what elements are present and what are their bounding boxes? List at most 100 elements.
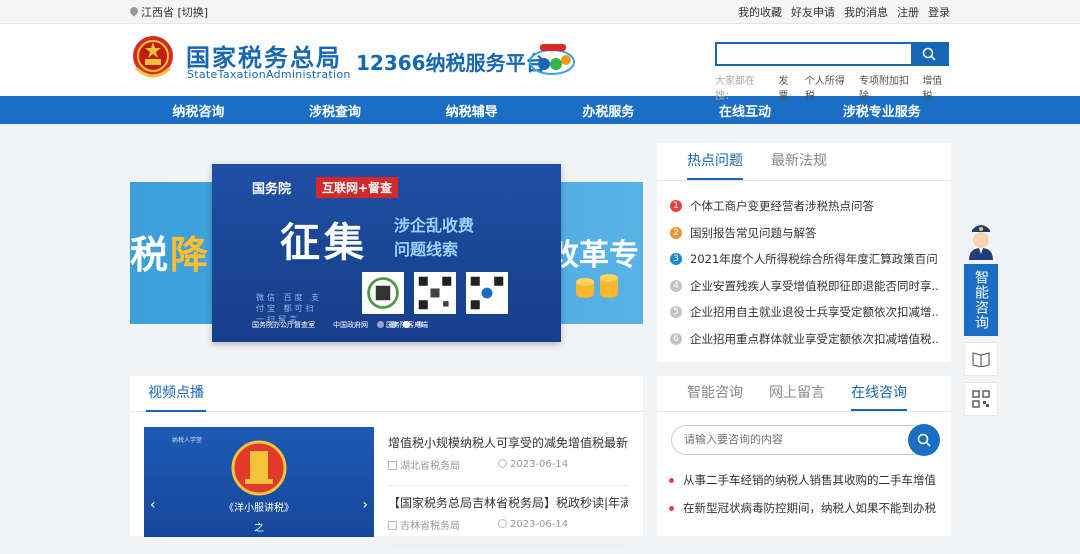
guide-float-button[interactable]: [964, 342, 998, 376]
carousel-dot[interactable]: [377, 321, 384, 328]
site-logo-subtitle: StateTaxationAdministration: [187, 68, 351, 81]
side-float-widget: 智能咨询: [964, 218, 998, 416]
hot-keyword[interactable]: 专项附加扣除: [859, 72, 914, 102]
list-item-text[interactable]: 国别报告常见问题与解答: [690, 225, 817, 241]
video-on-demand-panel: 视频点播 纳税人学堂 《洋小服讲税》 之 ‹ › 增值税小规模纳税人可享受的减免…: [130, 376, 643, 546]
list-item[interactable]: 增值税小规模纳税人可享受的减免增值税最新... 湖北省税务局 2023-06-1…: [388, 434, 628, 486]
rank-badge: 2: [670, 226, 682, 239]
consult-search-button[interactable]: [908, 424, 940, 456]
list-item-text[interactable]: 个体工商户变更经营者涉税热点问答: [690, 198, 874, 214]
chevron-left-icon[interactable]: ‹: [150, 497, 156, 513]
list-item-text[interactable]: 从事二手车经销的纳税人销售其收购的二手车增值...: [683, 472, 937, 488]
list-item[interactable]: 在新型冠状病毒防控期间，纳税人如果不能到办税...: [669, 494, 937, 522]
nav-item-tax-consulting[interactable]: 纳税咨询: [130, 101, 267, 120]
list-item[interactable]: 从事二手车经销的纳税人销售其收购的二手车增值...: [669, 466, 937, 494]
qr-code-icon: [414, 272, 456, 314]
nav-item-tax-query[interactable]: 涉税查询: [267, 101, 404, 120]
slide-subtitle-2: 问题线索: [394, 240, 459, 259]
chevron-right-icon[interactable]: ›: [362, 497, 368, 513]
list-item[interactable]: 2 国别报告常见问题与解答: [670, 220, 938, 247]
hot-keyword[interactable]: 增值税: [922, 72, 950, 102]
header: 国家税务总局 StateTaxationAdministration 12366…: [0, 24, 1080, 102]
video-panel-header: 视频点播: [130, 376, 643, 412]
list-item[interactable]: 6 企业招用重点群体就业享受定额依次扣减增值税...: [670, 326, 938, 353]
hot-panel-tabs: 热点问题 最新法规: [657, 143, 951, 181]
video-thumb-caption: 《洋小服讲税》: [224, 503, 294, 514]
tab-latest-regulations[interactable]: 最新法规: [771, 143, 827, 180]
nav-item-tax-guidance[interactable]: 纳税辅导: [403, 101, 540, 120]
list-item[interactable]: 5 企业招用自主就业退役士兵享受定额依次扣减增...: [670, 299, 938, 326]
video-date: 2023-06-14: [498, 519, 568, 530]
list-item[interactable]: 4 企业安置残疾人享受增值税即征即退能否同时享...: [670, 273, 938, 300]
list-item[interactable]: 【国家税务总局吉林省税务局】税政秒读|年满6... 吉林省税务局 2023-06…: [388, 494, 628, 546]
list-item-text[interactable]: 企业招用自主就业退役士兵享受定额依次扣减增...: [690, 304, 938, 320]
carousel-dot[interactable]: [390, 321, 397, 328]
building-icon: [388, 521, 397, 530]
hot-questions-list: 1 个体工商户变更经营者涉税热点问答 2 国别报告常见问题与解答 3 2021年度个人…: [657, 181, 951, 352]
slide-footer-org: 国务院办公厅督查室: [252, 321, 315, 329]
clock-icon: [498, 519, 507, 528]
book-icon: [972, 352, 990, 367]
link-register[interactable]: 注册: [897, 4, 919, 20]
video-title[interactable]: 增值税小规模纳税人可享受的减免增值税最新...: [388, 434, 628, 451]
list-item-text[interactable]: 企业安置残疾人享受增值税即征即退能否同时享...: [690, 278, 938, 294]
site-search-input[interactable]: [717, 44, 911, 64]
qr-code-icon: [362, 272, 404, 314]
consult-panel: 智能咨询 网上留言 在线咨询 从事二手车经销的纳税人销售其收购的二手车增值...…: [657, 376, 951, 536]
video-title[interactable]: 【国家税务总局吉林省税务局】税政秒读|年满6...: [388, 494, 628, 511]
hot-search-label: 大家都在搜：: [715, 76, 755, 102]
slide-tag-internet-inspection: 互联网+督查: [316, 177, 399, 198]
site-search-button[interactable]: [911, 44, 947, 64]
tax-officer-avatar-icon[interactable]: [964, 218, 998, 260]
video-source: 湖北省税务局: [388, 457, 460, 472]
smart-consult-float-button[interactable]: 智能咨询: [964, 264, 998, 336]
site-search: [715, 42, 949, 66]
coins-icon: [576, 274, 618, 298]
nav-item-tax-services[interactable]: 办税服务: [540, 101, 677, 120]
user-links: 我的收藏 好友申请 我的消息 注册 登录: [738, 4, 950, 20]
rank-badge: 1: [670, 200, 682, 213]
carousel-dots: [377, 321, 423, 328]
hot-keyword[interactable]: 个人所得税: [805, 72, 851, 102]
consult-input[interactable]: [684, 434, 938, 446]
video-panel-title[interactable]: 视频点播: [146, 376, 206, 412]
nav-item-professional-services[interactable]: 涉税专业服务: [813, 101, 950, 120]
qr-code-icon: [466, 272, 508, 314]
list-item-text[interactable]: 在新型冠状病毒防控期间，纳税人如果不能到办税...: [683, 500, 937, 516]
tax-emblem-icon: [231, 440, 287, 496]
list-item-text[interactable]: 2021年度个人所得税综合所得年度汇算政策百问...: [690, 251, 938, 267]
national-emblem-icon[interactable]: [130, 32, 176, 82]
nav-item-online-interaction[interactable]: 在线互动: [677, 101, 814, 120]
video-thumb-caption-2: 之: [254, 523, 264, 534]
carousel-dot-active[interactable]: [403, 321, 410, 328]
tab-online-message[interactable]: 网上留言: [769, 376, 825, 411]
list-item[interactable]: 1 个体工商户变更经营者涉税热点问答: [670, 193, 938, 220]
tab-smart-consult[interactable]: 智能咨询: [687, 376, 743, 411]
list-item[interactable]: 3 2021年度个人所得税综合所得年度汇算政策百问...: [670, 246, 938, 273]
tab-hot-questions[interactable]: 热点问题: [687, 143, 743, 180]
tab-online-consult[interactable]: 在线咨询: [851, 376, 907, 411]
location-label[interactable]: 江西省 [切换]: [141, 4, 208, 20]
bullet-dot-icon: [669, 505, 674, 511]
consult-tabs: 智能咨询 网上留言 在线咨询: [657, 376, 951, 412]
list-item-text[interactable]: 企业招用重点群体就业享受定额依次扣减增值税...: [690, 331, 938, 347]
location-pin-icon: [130, 7, 138, 17]
location-switcher[interactable]: 江西省 [切换]: [130, 4, 208, 20]
link-login[interactable]: 登录: [928, 4, 950, 20]
video-date: 2023-06-14: [498, 459, 568, 470]
carousel-active-slide[interactable]: 国务院 互联网+督查 征集 涉企乱收费 问题线索 微信 百度 支付宝 都可扫一扫…: [212, 164, 561, 342]
rank-badge: 3: [670, 253, 682, 266]
search-icon: [917, 433, 931, 447]
video-thumbnail[interactable]: 纳税人学堂 《洋小服讲税》 之 ‹ ›: [144, 427, 374, 537]
hot-keyword[interactable]: 发票: [778, 72, 796, 102]
link-friend-requests[interactable]: 好友申请: [791, 4, 835, 20]
video-meta: 吉林省税务局 2023-06-14: [388, 517, 628, 532]
slide-headline: 征集: [280, 220, 368, 266]
carousel-bg-left-text: 税降: [130, 233, 211, 277]
top-bar: 江西省 [切换] 我的收藏 好友申请 我的消息 注册 登录: [0, 0, 1080, 24]
carousel-bg-right-text: 改革专: [549, 238, 639, 273]
link-messages[interactable]: 我的消息: [844, 4, 888, 20]
qr-float-button[interactable]: [964, 382, 998, 416]
carousel-dot[interactable]: [416, 321, 423, 328]
link-favorites[interactable]: 我的收藏: [738, 4, 782, 20]
